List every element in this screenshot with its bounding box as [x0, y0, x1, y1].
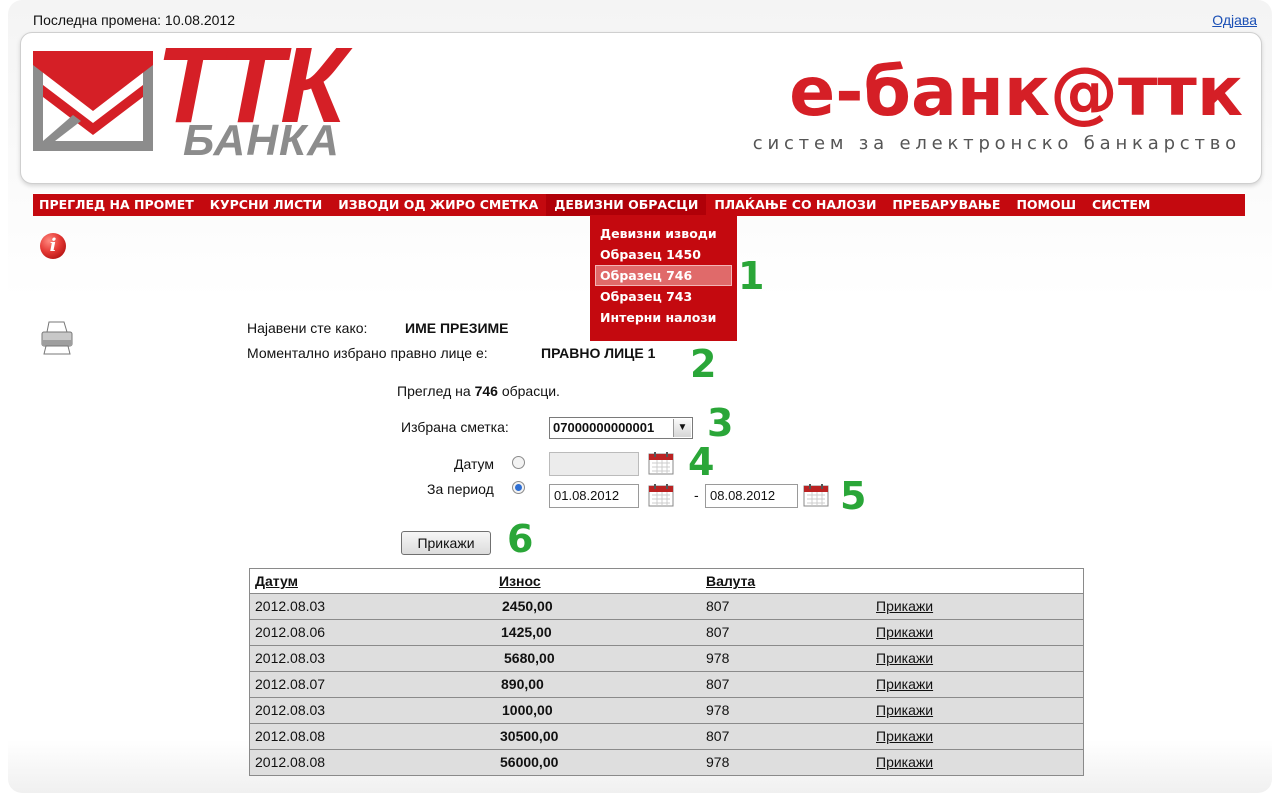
row-amount: 1425,00 [501, 624, 552, 640]
bank-logo: ТТК БАНКА [33, 31, 393, 173]
date-label: Датум [454, 456, 494, 472]
period-to-input[interactable]: 08.08.2012 [705, 484, 798, 508]
nav-item-search[interactable]: ПРЕБАРУВАЊЕ [884, 194, 1008, 216]
logged-as-label: Најавени сте како: [247, 320, 368, 336]
header-currency[interactable]: Валута [706, 569, 755, 593]
row-amount: 1000,00 [502, 702, 553, 718]
row-currency: 807 [706, 624, 730, 640]
marker-3: 3 [707, 401, 734, 445]
period-from-input[interactable]: 01.08.2012 [549, 484, 639, 508]
table-row: 2012.08.03 5680,00 978 Прикажи [250, 645, 1083, 671]
show-button[interactable]: Прикажи [401, 531, 491, 555]
row-currency: 807 [706, 728, 730, 744]
info-icon[interactable]: i [40, 233, 66, 259]
brand-title: е-банк@ттк [789, 53, 1243, 132]
row-currency: 978 [706, 650, 730, 666]
date-radio[interactable] [512, 456, 525, 469]
logout-link[interactable]: Одјава [1212, 12, 1257, 28]
row-date: 2012.08.08 [255, 754, 326, 770]
table-row: 2012.08.08 30500,00 807 Прикажи [250, 723, 1083, 749]
nav-item-system[interactable]: СИСТЕМ [1084, 194, 1158, 216]
nav-item-exchange-rates[interactable]: КУРСНИ ЛИСТИ [202, 194, 330, 216]
logo-sub-text: БАНКА [183, 116, 340, 165]
period-separator: - [694, 487, 699, 503]
dropdown-item-form-743[interactable]: Образец 743 [590, 286, 737, 307]
row-amount: 890,00 [501, 676, 544, 692]
foreign-forms-dropdown: Девизни изводи Образец 1450 Образец 746 … [590, 215, 737, 341]
row-show-link[interactable]: Прикажи [876, 594, 933, 618]
row-currency: 807 [706, 676, 730, 692]
calendar-icon[interactable] [803, 483, 829, 507]
row-show-link[interactable]: Прикажи [876, 620, 933, 644]
overview-text: Преглед на 746 обрасци. [397, 383, 560, 399]
row-amount: 30500,00 [500, 728, 559, 744]
marker-1: 1 [738, 254, 765, 298]
table-row: 2012.08.03 1000,00 978 Прикажи [250, 697, 1083, 723]
header-date[interactable]: Датум [255, 569, 298, 593]
table-header: Датум Износ Валута [250, 569, 1083, 593]
dropdown-item-form-1450[interactable]: Образец 1450 [590, 244, 737, 265]
nav-item-payments[interactable]: ПЛАЌАЊЕ СО НАЛОЗИ [706, 194, 884, 216]
table-row: 2012.08.03 2450,00 807 Прикажи [250, 593, 1083, 619]
logged-as-value: ИМЕ ПРЕЗИМЕ [405, 320, 509, 336]
forms-table: Датум Износ Валута 2012.08.03 2450,00 80… [249, 568, 1084, 776]
date-input[interactable] [549, 452, 639, 476]
calendar-icon[interactable] [648, 451, 674, 475]
row-date: 2012.08.03 [255, 650, 326, 666]
dropdown-item-form-746[interactable]: Образец 746 [595, 265, 732, 286]
marker-4: 4 [688, 440, 715, 484]
table-row: 2012.08.07 890,00 807 Прикажи [250, 671, 1083, 697]
row-show-link[interactable]: Прикажи [876, 698, 933, 722]
nav-item-foreign-forms[interactable]: ДЕВИЗНИ ОБРАСЦИ [546, 194, 707, 216]
row-show-link[interactable]: Прикажи [876, 646, 933, 670]
account-select[interactable]: 07000000000001 ▼ [549, 417, 693, 439]
header-amount[interactable]: Износ [499, 569, 541, 593]
nav-item-statements[interactable]: ИЗВОДИ ОД ЖИРО СМЕТКА [330, 194, 546, 216]
table-row: 2012.08.08 56000,00 978 Прикажи [250, 749, 1083, 775]
row-currency: 978 [706, 754, 730, 770]
calendar-icon[interactable] [648, 483, 674, 507]
chevron-down-icon[interactable]: ▼ [673, 419, 691, 437]
period-radio[interactable] [512, 481, 525, 494]
header-banner: ТТК БАНКА е-банк@ттк систем за електронс… [20, 31, 1262, 184]
legal-entity-label: Моментално избрано правно лице е: [247, 345, 488, 361]
logo-envelope-icon [33, 51, 153, 151]
row-currency: 807 [706, 598, 730, 614]
marker-6: 6 [507, 517, 534, 561]
nav-item-transactions[interactable]: ПРЕГЛЕД НА ПРОМЕТ [33, 194, 202, 216]
legal-entity-value: ПРАВНО ЛИЦЕ 1 [541, 345, 656, 361]
row-show-link[interactable]: Прикажи [876, 724, 933, 748]
row-date: 2012.08.08 [255, 728, 326, 744]
dropdown-item-foreign-statements[interactable]: Девизни изводи [590, 223, 737, 244]
row-date: 2012.08.03 [255, 598, 326, 614]
account-select-value: 07000000000001 [553, 420, 655, 435]
period-label: За период [427, 481, 494, 497]
row-show-link[interactable]: Прикажи [876, 750, 933, 774]
table-row: 2012.08.06 1425,00 807 Прикажи [250, 619, 1083, 645]
row-amount: 2450,00 [502, 598, 553, 614]
nav-item-help[interactable]: ПОМОШ [1008, 194, 1084, 216]
row-amount: 56000,00 [500, 754, 559, 770]
row-show-link[interactable]: Прикажи [876, 672, 933, 696]
marker-5: 5 [840, 474, 867, 518]
marker-2: 2 [690, 342, 717, 386]
row-date: 2012.08.07 [255, 676, 326, 692]
row-currency: 978 [706, 702, 730, 718]
row-amount: 5680,00 [504, 650, 555, 666]
brand-subtitle: систем за електронско банкарство [752, 133, 1241, 154]
dropdown-item-internal-orders[interactable]: Интерни налози [590, 307, 737, 328]
row-date: 2012.08.03 [255, 702, 326, 718]
main-nav: ПРЕГЛЕД НА ПРОМЕТ КУРСНИ ЛИСТИ ИЗВОДИ ОД… [33, 193, 1245, 216]
row-date: 2012.08.06 [255, 624, 326, 640]
printer-icon[interactable] [40, 320, 74, 356]
account-label: Избрана сметка: [401, 419, 509, 435]
